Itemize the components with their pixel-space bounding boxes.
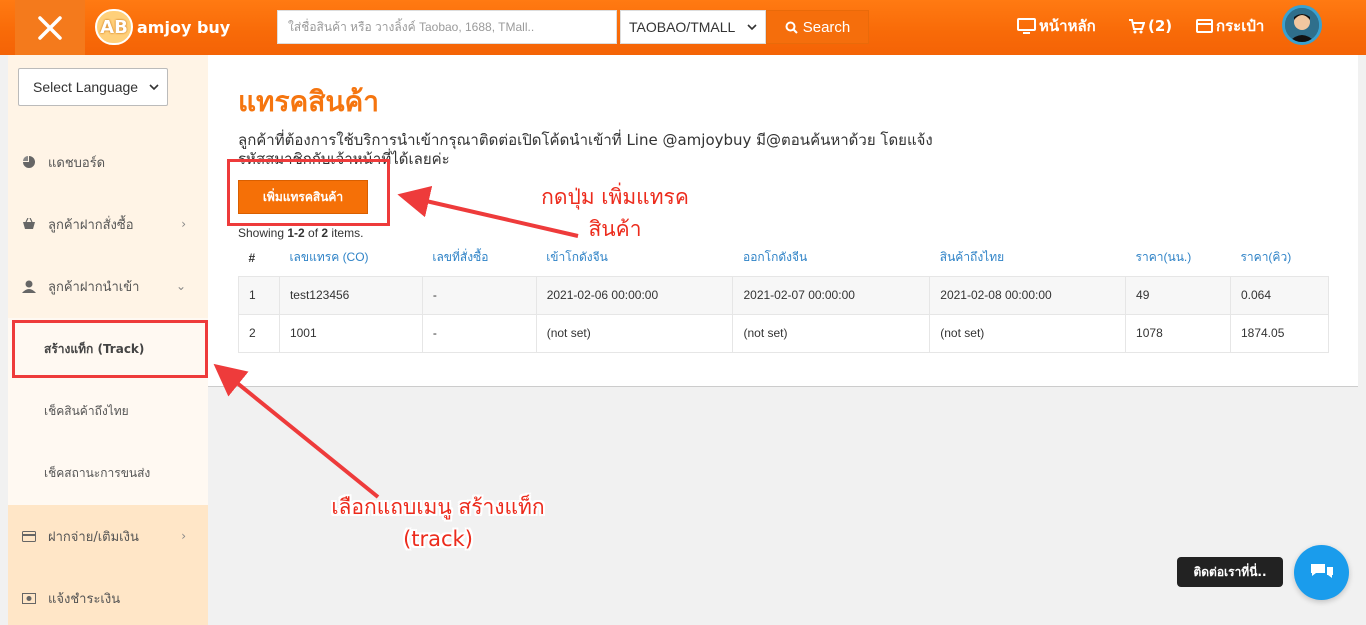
annotation-menu-line1: เลือกแถบเมนู สร้างแท็ก (331, 495, 545, 519)
annotation-arrows (213, 185, 579, 499)
annotation-add-line1: กดปุ่ม เพิ่มแทรค (541, 185, 689, 209)
annotation-text-add: กดปุ่ม เพิ่มแทรค สินค้า (520, 181, 710, 245)
chat-icon (1310, 563, 1333, 578)
annotation-add-line2: สินค้า (588, 217, 642, 241)
chat-button[interactable] (1294, 545, 1349, 600)
annotation-arrow-menu (213, 363, 380, 499)
annotation-text-menu: เลือกแถบเมนู สร้างแท็ก (track) (300, 491, 576, 555)
annotation-menu-line2: (track) (403, 527, 473, 551)
chat-label[interactable]: ติดต่อเราที่นี่.. (1177, 557, 1283, 587)
